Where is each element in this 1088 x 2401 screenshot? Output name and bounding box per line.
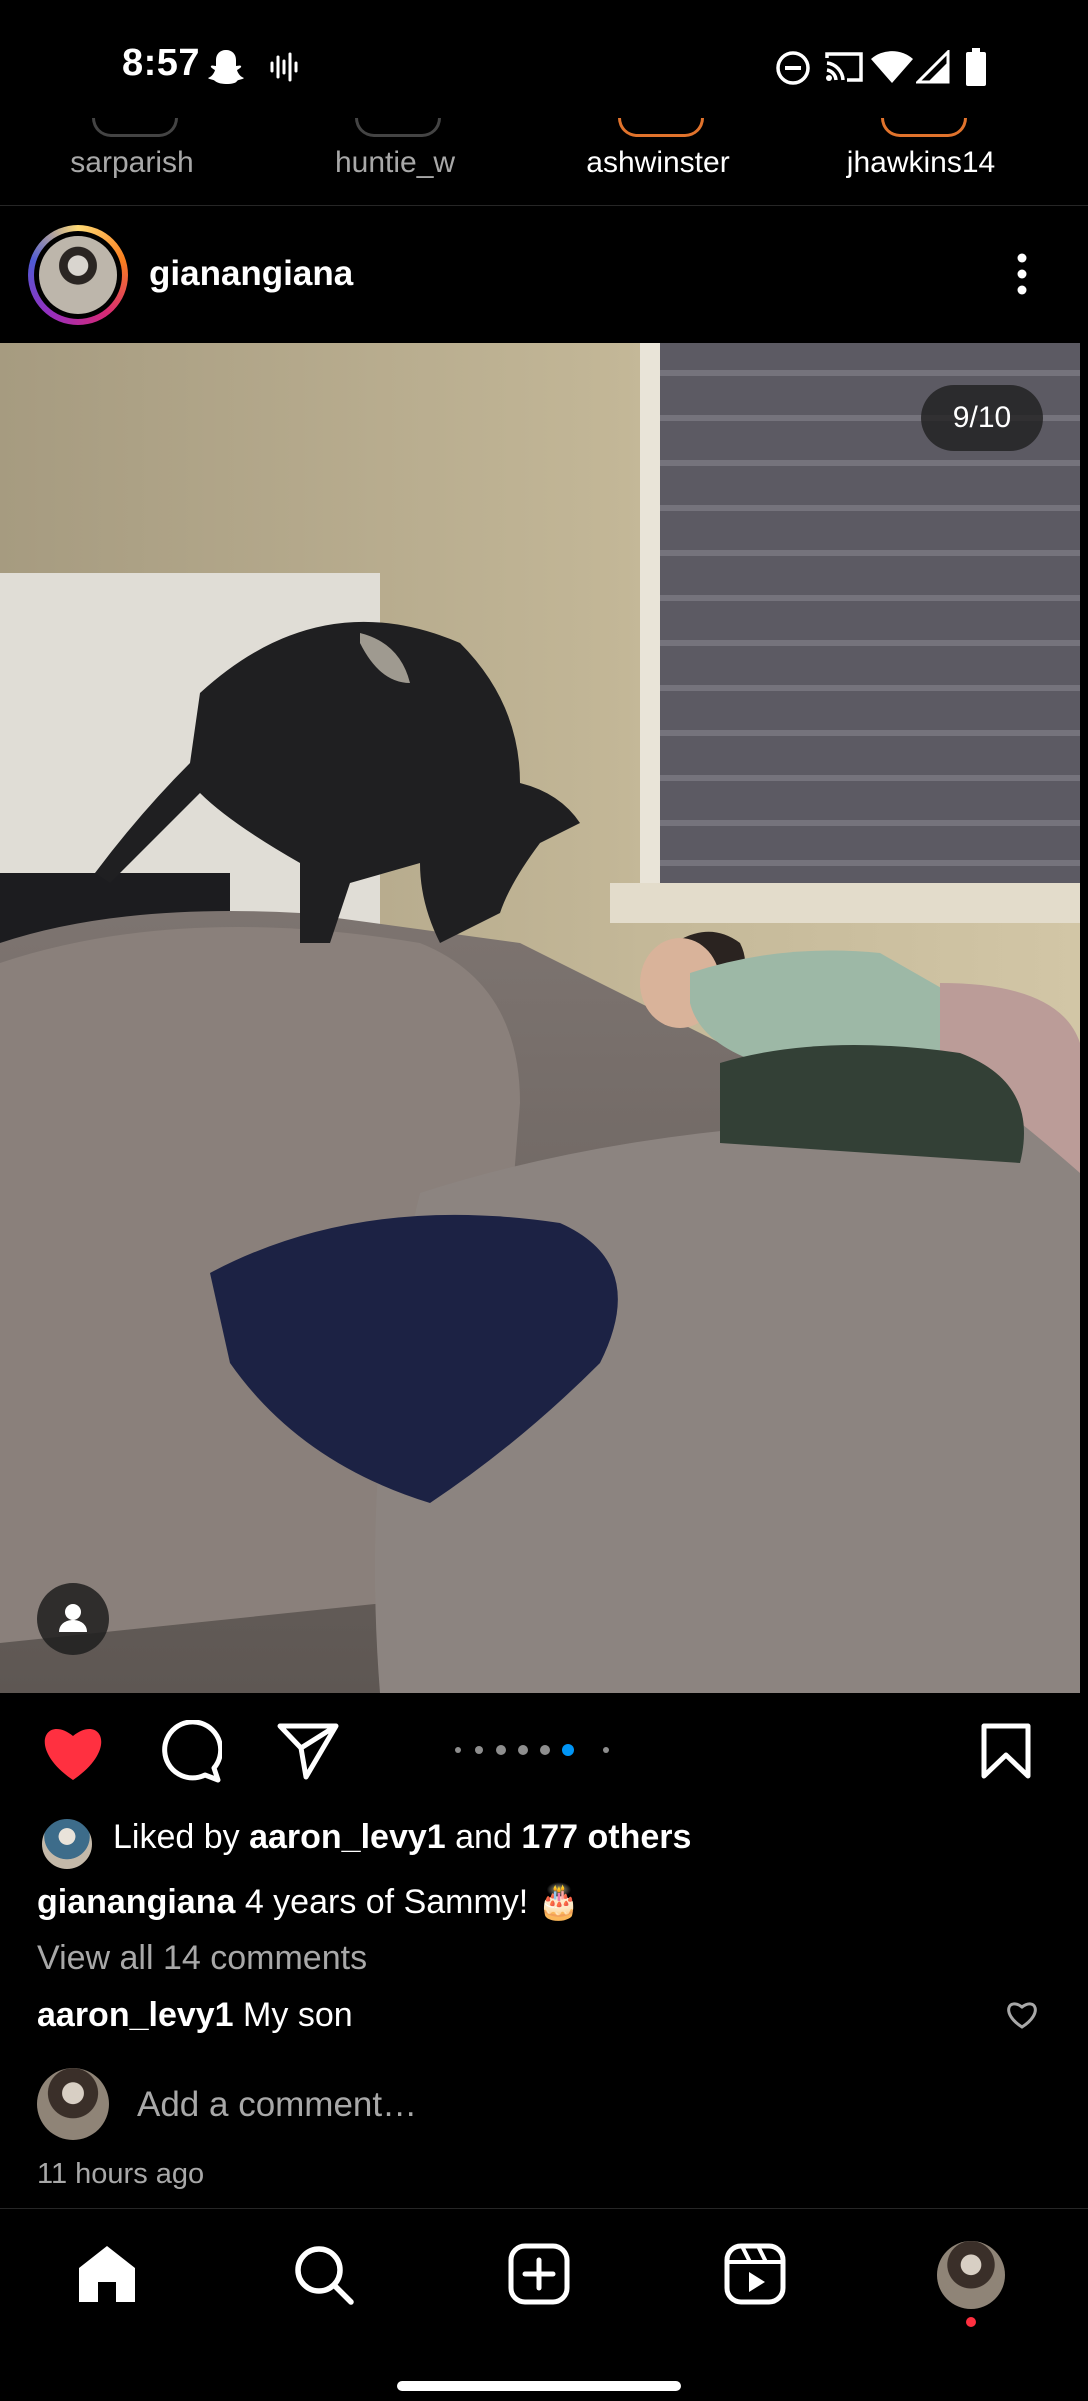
carousel-dot [603, 1747, 609, 1753]
comment-icon[interactable] [158, 1720, 222, 1784]
wifi-icon [871, 51, 913, 83]
status-bar: 8:57 [0, 0, 1088, 130]
gesture-home-bar[interactable] [397, 2381, 681, 2391]
story-ring [881, 118, 967, 137]
post-media-image[interactable] [0, 343, 1080, 1693]
like-heart-icon[interactable] [40, 1722, 106, 1782]
current-user-avatar [37, 2068, 109, 2140]
story-item[interactable]: sarparish [12, 146, 252, 180]
view-all-comments-link[interactable]: View all 14 comments [37, 1939, 367, 1978]
tagged-users-button[interactable] [37, 1583, 109, 1655]
liked-by-prefix: Liked by [113, 1818, 240, 1856]
post-author-avatar[interactable] [39, 236, 117, 314]
post-photo [0, 343, 1080, 1693]
carousel-dot [496, 1745, 506, 1755]
comment-like-heart-icon[interactable] [1006, 2000, 1038, 2030]
comment-username[interactable]: aaron_levy1 [37, 1996, 234, 2034]
profile-avatar[interactable] [937, 2241, 1005, 2309]
home-icon[interactable] [76, 2244, 138, 2304]
cast-icon [825, 52, 863, 82]
caption-username[interactable]: gianangiana [37, 1883, 235, 1921]
story-item[interactable]: ashwinster [538, 146, 778, 180]
person-icon [59, 1604, 87, 1632]
carousel-dot [475, 1746, 483, 1754]
post-caption: gianangiana 4 years of Sammy! 🎂 [37, 1882, 580, 1922]
liked-by-others[interactable]: 177 others [521, 1818, 691, 1856]
likes-summary[interactable]: Liked by aaron_levy1 and 177 others [113, 1818, 691, 1857]
do-not-disturb-icon [776, 51, 810, 85]
story-item[interactable]: huntie_w [275, 146, 515, 180]
profile-notification-dot [966, 2317, 976, 2327]
share-send-icon[interactable] [277, 1722, 339, 1780]
snapchat-icon [208, 50, 244, 84]
story-item[interactable]: jhawkins14 [801, 146, 1041, 180]
create-post-icon[interactable] [508, 2243, 570, 2305]
liked-by-username[interactable]: aaron_levy1 [249, 1818, 446, 1856]
save-bookmark-icon[interactable] [980, 1722, 1032, 1780]
story-ring [92, 118, 178, 137]
post-timestamp: 11 hours ago [37, 2158, 205, 2190]
battery-icon [966, 48, 986, 86]
carousel-dot-active [562, 1744, 574, 1756]
liker-avatar[interactable] [40, 1817, 94, 1871]
reels-icon[interactable] [724, 2243, 786, 2305]
add-comment-input[interactable]: Add a comment… [137, 2085, 417, 2125]
caption-text: 4 years of Sammy! 🎂 [244, 1883, 581, 1921]
search-icon[interactable] [293, 2244, 355, 2306]
comment-text: My son [243, 1996, 353, 2034]
carousel-dot [455, 1747, 461, 1753]
story-ring [618, 118, 704, 137]
more-options-icon[interactable] [1010, 252, 1034, 296]
voice-wave-icon [270, 52, 298, 82]
media-counter-badge: 9/10 [921, 385, 1043, 451]
carousel-dot [518, 1745, 528, 1755]
post-author-username[interactable]: gianangiana [149, 254, 353, 294]
status-time: 8:57 [122, 42, 201, 84]
story-ring [355, 118, 441, 137]
top-comment: aaron_levy1 My son [37, 1996, 353, 2035]
carousel-dot [540, 1745, 550, 1755]
liked-by-and: and [455, 1818, 512, 1856]
signal-icon [916, 50, 950, 84]
